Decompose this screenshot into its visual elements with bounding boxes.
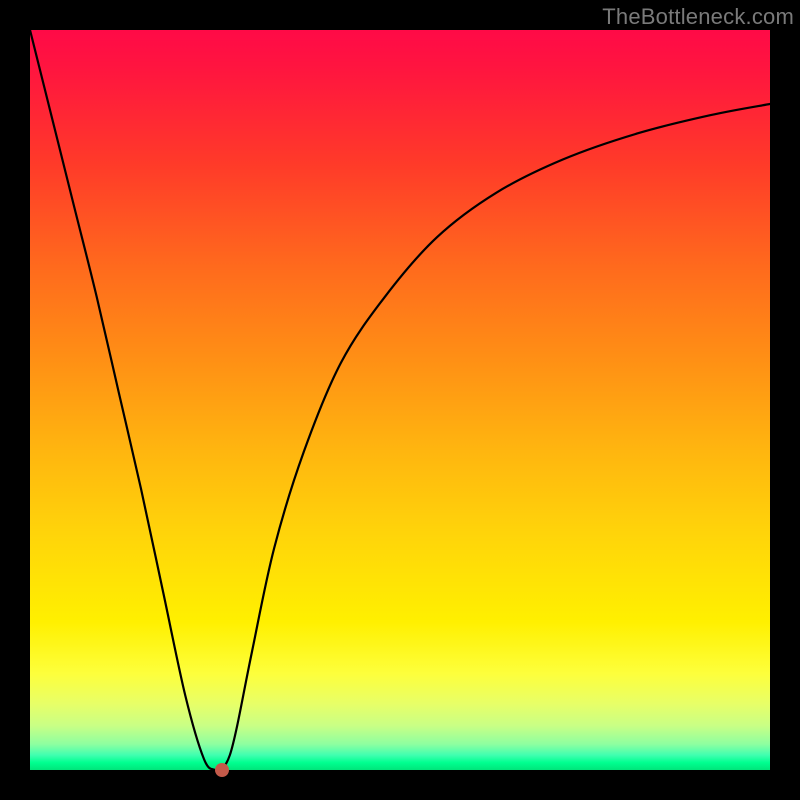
minimum-marker [215, 763, 229, 777]
plot-area [30, 30, 770, 770]
bottleneck-curve-path [30, 30, 770, 770]
chart-frame: TheBottleneck.com [0, 0, 800, 800]
watermark-text: TheBottleneck.com [602, 4, 794, 30]
curve-svg [30, 30, 770, 770]
